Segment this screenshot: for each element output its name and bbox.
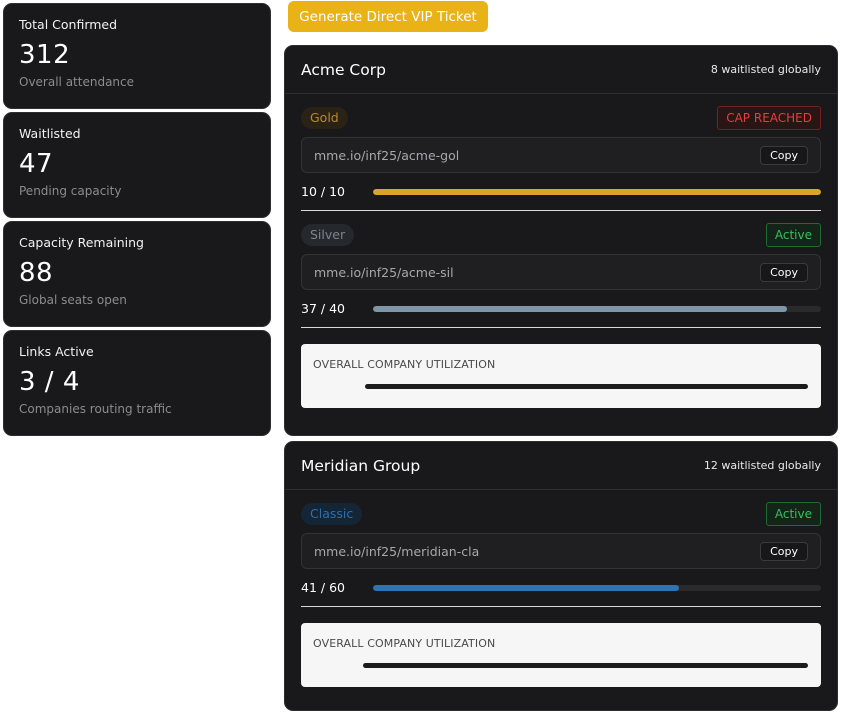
copy-button[interactable]: Copy <box>760 262 808 282</box>
progress-bar <box>373 305 821 312</box>
stat-subtitle: Companies routing traffic <box>19 402 172 416</box>
company-header: Meridian Group 12 waitlisted globally <box>285 442 837 490</box>
tier-gold: Gold CAP REACHED mme.io/inf25/acme-gol C… <box>301 106 821 211</box>
stat-card-links-active: Links Active 3 / 4 Companies routing tra… <box>3 330 271 436</box>
progress-bar <box>373 584 821 591</box>
stat-subtitle: Pending capacity <box>19 184 122 198</box>
company-utilization: OVERALL COMPANY UTILIZATION <box>301 344 821 408</box>
progress-row: 37 / 40 <box>301 290 821 328</box>
stat-value: 312 <box>19 40 71 70</box>
link-url[interactable]: mme.io/inf25/acme-sil <box>314 265 454 280</box>
stat-subtitle: Overall attendance <box>19 75 135 89</box>
stat-value: 47 <box>19 149 54 179</box>
progress-fill <box>373 584 679 591</box>
tier-classic: Classic Active mme.io/inf25/meridian-cla… <box>301 502 821 607</box>
progress-fill <box>373 305 788 312</box>
stat-value: 88 <box>19 258 54 288</box>
link-field: mme.io/inf25/acme-sil Copy <box>301 254 821 290</box>
progress-row: 41 / 60 <box>301 569 821 607</box>
stat-value: 3 / 4 <box>19 367 80 397</box>
stat-label: Capacity Remaining <box>19 235 144 250</box>
copy-button[interactable]: Copy <box>760 541 808 561</box>
status-badge: CAP REACHED <box>717 106 821 130</box>
company-name: Meridian Group <box>301 456 421 475</box>
generate-vip-ticket-button[interactable]: Generate Direct VIP Ticket <box>288 1 488 32</box>
company-card-acme-corp: Acme Corp 8 waitlisted globally Gold CAP… <box>284 45 838 436</box>
stat-label: Waitlisted <box>19 126 81 141</box>
stat-card-waitlisted: Waitlisted 47 Pending capacity <box>3 112 271 218</box>
stat-subtitle: Global seats open <box>19 293 127 307</box>
link-field: mme.io/inf25/meridian-cla Copy <box>301 533 821 569</box>
utilization-bar <box>363 663 808 668</box>
copy-button[interactable]: Copy <box>760 145 808 165</box>
progress-bar <box>373 188 821 195</box>
company-card-meridian-group: Meridian Group 12 waitlisted globally Cl… <box>284 441 838 711</box>
utilization-label: OVERALL COMPANY UTILIZATION <box>313 358 496 371</box>
link-field: mme.io/inf25/acme-gol Copy <box>301 137 821 173</box>
status-badge: Active <box>765 502 821 526</box>
company-name: Acme Corp <box>301 60 386 79</box>
progress-count: 41 / 60 <box>301 580 345 595</box>
company-utilization: OVERALL COMPANY UTILIZATION <box>301 623 821 687</box>
progress-fill <box>373 188 821 195</box>
company-header: Acme Corp 8 waitlisted globally <box>285 46 837 94</box>
tier-pill: Gold <box>301 107 348 129</box>
stat-label: Total Confirmed <box>19 17 118 32</box>
stat-label: Links Active <box>19 344 94 359</box>
tier-pill: Classic <box>301 503 363 525</box>
status-badge: Active <box>765 223 821 247</box>
link-url[interactable]: mme.io/inf25/meridian-cla <box>314 544 479 559</box>
link-url[interactable]: mme.io/inf25/acme-gol <box>314 148 459 163</box>
progress-row: 10 / 10 <box>301 173 821 211</box>
progress-count: 10 / 10 <box>301 184 345 199</box>
waitlist-count: 12 waitlisted globally <box>703 459 821 472</box>
tier-silver: Silver Active mme.io/inf25/acme-sil Copy… <box>301 223 821 328</box>
tier-pill: Silver <box>301 224 355 246</box>
utilization-label: OVERALL COMPANY UTILIZATION <box>313 637 496 650</box>
stat-card-capacity-remaining: Capacity Remaining 88 Global seats open <box>3 221 271 327</box>
utilization-bar <box>365 384 808 389</box>
waitlist-count: 8 waitlisted globally <box>710 63 821 76</box>
stat-card-total-confirmed: Total Confirmed 312 Overall attendance <box>3 3 271 109</box>
progress-count: 37 / 40 <box>301 301 345 316</box>
